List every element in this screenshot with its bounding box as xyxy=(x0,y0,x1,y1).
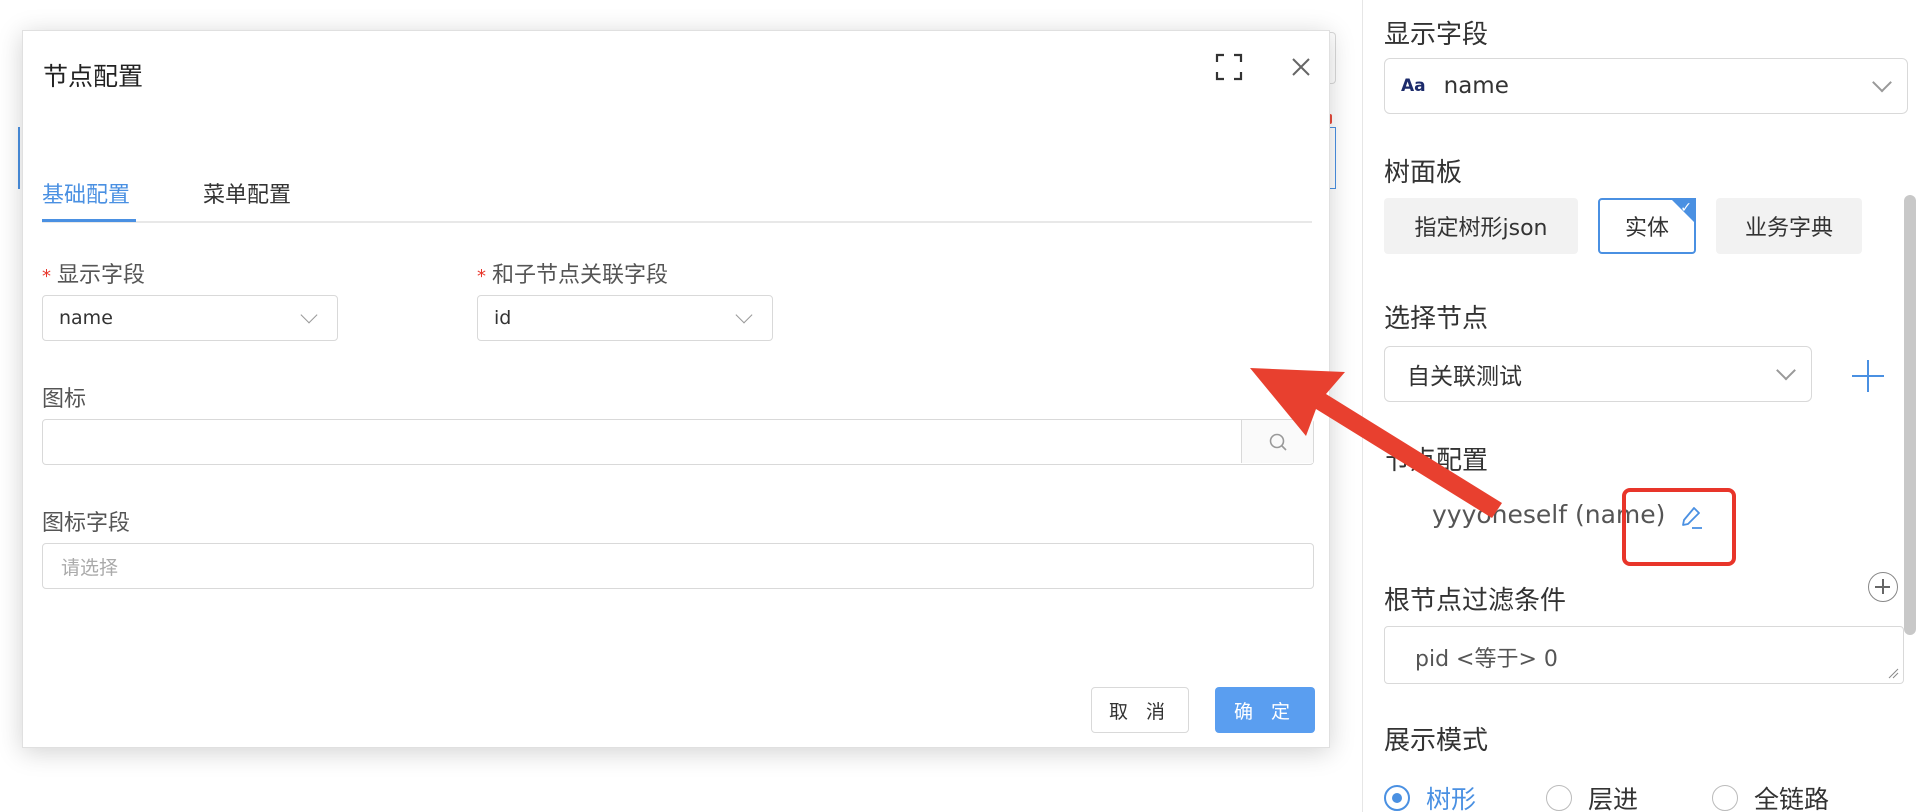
icon-search-button[interactable] xyxy=(1241,420,1313,463)
tab-bar xyxy=(42,221,1312,223)
display-field-label: 显示字段 xyxy=(1384,20,1489,50)
display-field-select[interactable]: Aa name xyxy=(1384,58,1908,114)
chevron-down-icon xyxy=(1776,360,1796,381)
icon-input[interactable] xyxy=(42,419,1314,465)
resize-handle-icon[interactable] xyxy=(1887,667,1899,679)
radio-dot xyxy=(1384,785,1410,811)
confirm-button[interactable]: 确 定 xyxy=(1215,687,1315,733)
check-icon: ✓ xyxy=(1680,200,1692,216)
required-mark: * xyxy=(477,266,486,287)
display-field-value: name xyxy=(1443,73,1509,99)
relation-field-dropdown-value: id xyxy=(494,307,512,329)
add-node-icon[interactable] xyxy=(1848,356,1888,396)
node-config-label: 节点配置 xyxy=(1384,446,1489,476)
tree-panel-label: 树面板 xyxy=(1384,158,1463,188)
tree-option-json[interactable]: 指定树形json xyxy=(1384,198,1578,254)
radio-step[interactable]: 层进 xyxy=(1546,780,1638,812)
relation-field-dropdown[interactable]: id xyxy=(477,295,773,341)
relation-field-form-label: * 和子节点关联字段 xyxy=(477,257,668,289)
root-filter-textarea[interactable]: pid <等于> 0 xyxy=(1384,626,1904,684)
display-field-form-label-text: 显示字段 xyxy=(57,263,146,288)
icon-form-label: 图标 xyxy=(42,387,87,412)
radio-tree[interactable]: 树形 xyxy=(1384,780,1476,812)
radio-full-chain-label: 全链路 xyxy=(1754,785,1830,812)
close-icon[interactable] xyxy=(1287,53,1315,81)
radio-full-chain[interactable]: 全链路 xyxy=(1712,780,1829,812)
radio-step-label: 层进 xyxy=(1588,785,1639,812)
fullscreen-icon[interactable] xyxy=(1215,53,1243,81)
radio-dot xyxy=(1712,785,1738,811)
tree-option-entity[interactable]: 实体 ✓ xyxy=(1598,198,1696,254)
scrollbar[interactable] xyxy=(1904,195,1916,635)
select-node-value: 自关联测试 xyxy=(1407,364,1522,390)
radio-dot xyxy=(1546,785,1572,811)
highlight-box xyxy=(1622,488,1736,566)
node-config-dialog: 节点配置 基础配置 菜单配置 * 显示字段 name * 和子节点关联字段 id 图… xyxy=(22,30,1330,748)
select-node-label: 选择节点 xyxy=(1384,304,1489,334)
search-icon xyxy=(1269,433,1287,451)
display-field-dropdown[interactable]: name xyxy=(42,295,338,341)
chevron-down-icon xyxy=(1872,72,1892,93)
radio-tree-label: 树形 xyxy=(1426,785,1477,812)
panel-divider xyxy=(1362,0,1363,812)
icon-field-placeholder: 请选择 xyxy=(61,556,119,579)
tree-option-entity-label: 实体 xyxy=(1624,216,1669,241)
relation-field-form-label-text: 和子节点关联字段 xyxy=(492,263,669,288)
add-filter-icon[interactable] xyxy=(1868,572,1898,602)
cancel-button[interactable]: 取 消 xyxy=(1091,687,1189,733)
root-filter-label: 根节点过滤条件 xyxy=(1384,586,1567,616)
property-panel: 显示字段 Aa name 树面板 指定树形json 实体 ✓ 业务字典 选择节点… xyxy=(1364,0,1930,812)
text-type-icon: Aa xyxy=(1401,76,1426,96)
chevron-down-icon xyxy=(300,306,318,324)
dialog-title: 节点配置 xyxy=(43,62,144,91)
active-tab-indicator xyxy=(42,219,136,222)
tab-menu-config[interactable]: 菜单配置 xyxy=(203,177,291,209)
display-mode-label: 展示模式 xyxy=(1384,726,1489,756)
select-node-select[interactable]: 自关联测试 xyxy=(1384,346,1812,402)
icon-field-form-label: 图标字段 xyxy=(42,511,131,536)
icon-field-select[interactable]: 请选择 xyxy=(42,543,1314,589)
required-mark: * xyxy=(42,266,51,287)
root-filter-value: pid <等于> 0 xyxy=(1415,647,1558,672)
chevron-down-icon xyxy=(735,306,753,324)
tree-option-dictionary[interactable]: 业务字典 xyxy=(1716,198,1862,254)
display-field-form-label: * 显示字段 xyxy=(42,257,145,289)
display-field-dropdown-value: name xyxy=(59,307,113,329)
screen: 显示字段 Aa name 树面板 指定树形json 实体 ✓ 业务字典 选择节点… xyxy=(0,0,1930,812)
tab-basic-config[interactable]: 基础配置 xyxy=(42,177,130,209)
